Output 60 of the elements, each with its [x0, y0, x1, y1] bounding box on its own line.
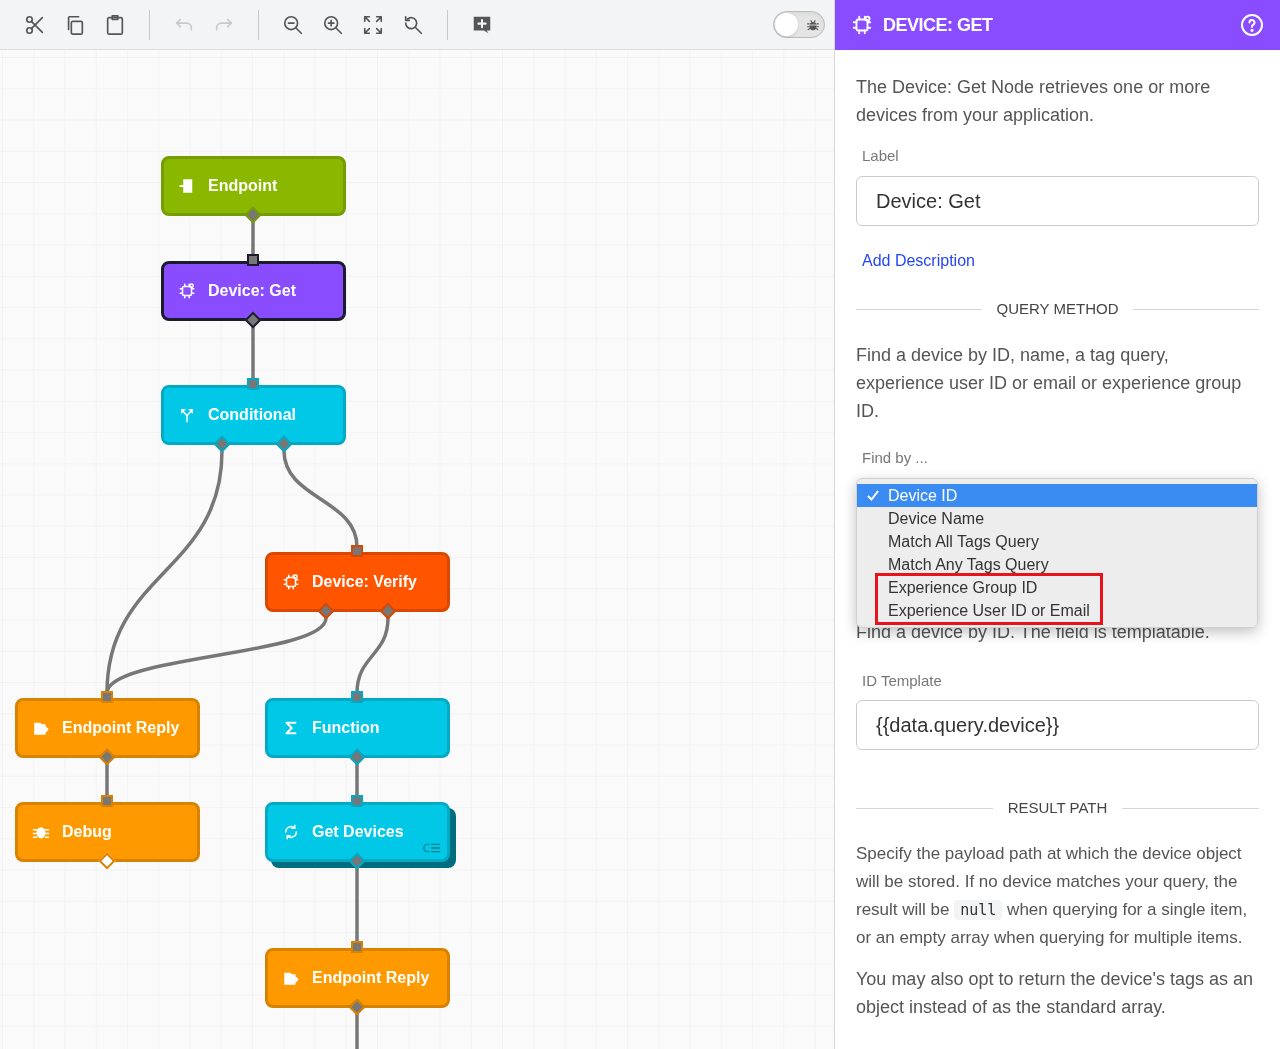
- input-port[interactable]: [351, 941, 363, 953]
- connector-wire: [355, 1014, 359, 1049]
- dropdown-option[interactable]: Match All Tags Query: [857, 530, 1257, 553]
- description-text: The Device: Get Node retrieves one or more devices from your application.: [856, 76, 1212, 127]
- flow-node[interactable]: Device: Verify: [265, 552, 450, 612]
- dropdown-option[interactable]: Device Name: [857, 507, 1257, 530]
- chip-icon: [178, 282, 196, 300]
- list-icon: [423, 841, 441, 855]
- node-label: Debug: [62, 822, 112, 842]
- section-heading: QUERY METHOD: [996, 299, 1119, 319]
- result-path-text: Specify the payload path at which the device object will be stored. If no device matches your query, the result will be null when querying for a single item, or an empty array when querying for multiple items.: [856, 843, 1249, 949]
- zoom-in-icon: [322, 13, 344, 36]
- node-label: Device: Get: [208, 281, 297, 301]
- zoom-out-icon: [282, 13, 304, 36]
- chip-icon: [282, 573, 300, 591]
- dropdown-option[interactable]: Experience User ID or Email: [878, 599, 1100, 622]
- flow-node[interactable]: Endpoint: [161, 156, 346, 216]
- input-port[interactable]: [247, 378, 259, 390]
- expand-icon: [362, 13, 384, 36]
- chip-icon: [851, 14, 873, 36]
- field-label: Find by ...: [862, 448, 929, 468]
- bug-icon: [806, 18, 820, 32]
- scissors-icon: [24, 13, 46, 36]
- sync-icon: [282, 823, 300, 841]
- field-label: ID Template: [862, 671, 943, 691]
- node-label: Function: [312, 718, 380, 738]
- input-port[interactable]: [247, 254, 259, 266]
- help-button[interactable]: [1240, 13, 1264, 37]
- connector-wire: [105, 764, 109, 797]
- split-arrow-icon: [178, 406, 196, 424]
- input-port[interactable]: [101, 691, 113, 703]
- node-label: Get Devices: [312, 822, 404, 842]
- connector-wire: [251, 222, 255, 256]
- check-icon: [867, 490, 879, 501]
- node-label: Endpoint Reply: [312, 968, 430, 988]
- debug-toggle[interactable]: [773, 11, 825, 38]
- node-label: Device: Verify: [312, 572, 417, 592]
- input-port[interactable]: [351, 691, 363, 703]
- section-heading: RESULT PATH: [1007, 798, 1108, 818]
- node-label: Conditional: [208, 405, 296, 425]
- dropdown-option[interactable]: Match Any Tags Query: [857, 553, 1257, 576]
- connector-wire: [251, 327, 255, 380]
- add-description-link[interactable]: Add Description: [862, 251, 975, 271]
- node-label: Endpoint: [208, 176, 278, 196]
- panel-title: DEVICE: GET: [883, 13, 994, 37]
- input-field[interactable]: Device: Get: [856, 176, 1259, 226]
- input-port[interactable]: [351, 795, 363, 807]
- tags-text: You may also opt to return the device's tags as an object instead of as the standard array.: [856, 968, 1254, 1019]
- dropdown-option[interactable]: Device ID: [857, 484, 1257, 507]
- dropdown-option[interactable]: Experience Group ID: [878, 576, 1100, 599]
- connector-wire: [355, 764, 359, 797]
- input-port[interactable]: [351, 545, 363, 557]
- query-method-text: Find a device by ID, name, a tag query, experience user ID or email or experience group ID.: [856, 344, 1243, 423]
- node-label: Endpoint Reply: [62, 718, 180, 738]
- flow-node[interactable]: Device: Get: [161, 261, 346, 321]
- input-port[interactable]: [101, 795, 113, 807]
- input-field[interactable]: {{data.query.device}}: [856, 700, 1259, 750]
- clipboard-icon: [104, 13, 126, 36]
- zoom-reset-icon: [402, 13, 424, 36]
- field-label: Label: [862, 146, 900, 166]
